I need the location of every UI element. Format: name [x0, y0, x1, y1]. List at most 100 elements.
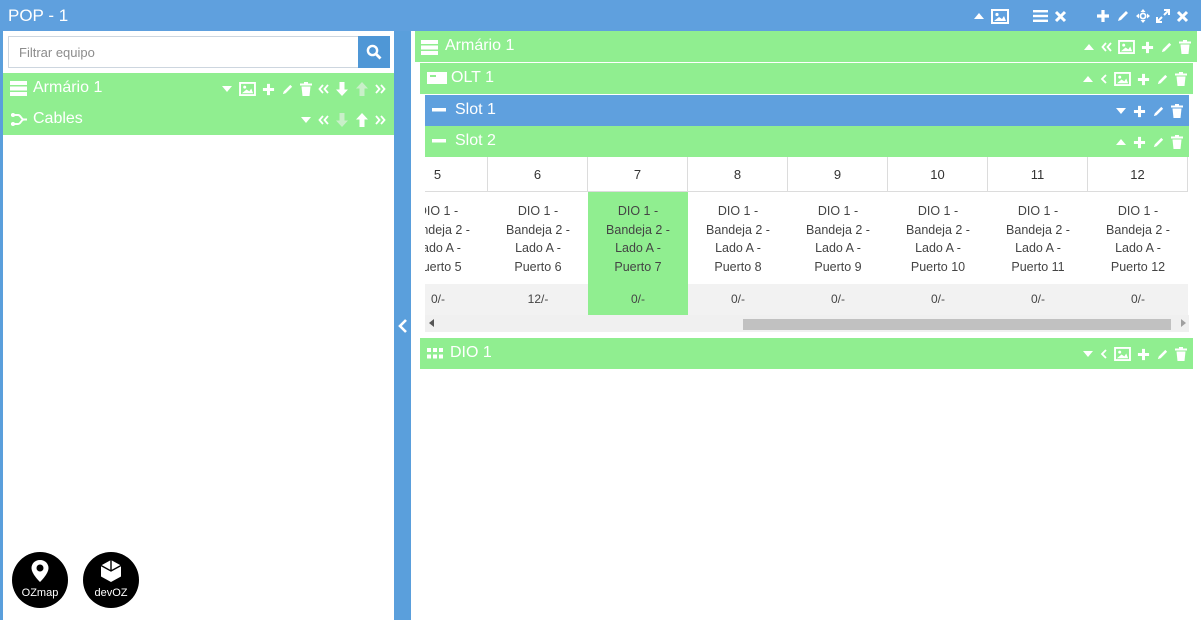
caret-up-icon[interactable] [1115, 136, 1127, 148]
image-icon[interactable] [991, 8, 1009, 24]
image-icon[interactable] [239, 82, 256, 96]
arrow-down-icon[interactable] [335, 82, 349, 96]
chevron-left-icon[interactable] [1100, 348, 1108, 360]
expand-icon[interactable] [1156, 9, 1170, 23]
trash-icon[interactable] [1171, 135, 1183, 149]
close-icon[interactable] [1176, 10, 1189, 23]
slot-1-actions [1115, 103, 1183, 119]
caret-down-icon[interactable] [221, 83, 233, 95]
caret-up-icon[interactable] [1082, 73, 1094, 85]
tree-item-cables[interactable]: Cables [3, 104, 394, 135]
scroll-right-icon[interactable] [1180, 319, 1186, 327]
plus-icon[interactable] [1133, 136, 1146, 149]
cables-icon [11, 113, 27, 126]
dio-icon [427, 348, 443, 359]
close-icon[interactable] [1054, 10, 1067, 23]
port-column[interactable]: 12 DIO 1 - Bandeja 2 - Lado A - Puerto 1… [1088, 157, 1188, 315]
port-column[interactable]: 10 DIO 1 - Bandeja 2 - Lado A - Puerto 1… [888, 157, 988, 315]
double-chevron-left-icon[interactable] [1101, 41, 1112, 53]
caret-down-icon[interactable] [300, 114, 312, 126]
slot-2-actions [1115, 134, 1183, 150]
pencil-icon[interactable] [1152, 136, 1165, 149]
scrollbar-thumb[interactable] [743, 319, 1171, 330]
pencil-icon[interactable] [1160, 41, 1173, 54]
devoz-logo: devOZ [83, 552, 139, 608]
port-description: DIO 1 - Bandeja 2 - Lado A - Puerto 8 [688, 192, 788, 284]
trash-icon[interactable] [1175, 347, 1187, 361]
pencil-icon[interactable] [1152, 105, 1165, 118]
window-title: POP - 1 [8, 6, 69, 25]
caret-down-icon[interactable] [1115, 105, 1127, 117]
titlebar-right-icons [1096, 7, 1189, 25]
trash-icon[interactable] [1179, 40, 1191, 54]
plus-icon[interactable] [1137, 348, 1150, 361]
pencil-icon[interactable] [1156, 348, 1169, 361]
arrow-up-icon [356, 82, 368, 96]
port-status: 0/- [1088, 284, 1188, 315]
olt-header[interactable]: OLT 1 [420, 63, 1193, 94]
search-button[interactable] [358, 36, 390, 68]
pencil-icon[interactable] [1156, 73, 1169, 86]
tree-item-actions [221, 81, 386, 97]
olt-label: OLT 1 [451, 69, 494, 86]
chevron-left-icon [397, 318, 407, 333]
port-column[interactable]: 8 DIO 1 - Bandeja 2 - Lado A - Puerto 8 … [688, 157, 788, 315]
list-icon[interactable] [1033, 9, 1048, 23]
tree-item-label: Armário 1 [33, 79, 103, 96]
caret-up-icon[interactable] [1083, 41, 1095, 53]
port-status: 0/- [888, 284, 988, 315]
port-column[interactable]: 9 DIO 1 - Bandeja 2 - Lado A - Puerto 9 … [788, 157, 888, 315]
panel-collapse-toggle[interactable] [394, 31, 411, 620]
port-number: 12 [1088, 157, 1188, 192]
minus-icon[interactable] [432, 108, 446, 112]
pencil-icon[interactable] [1116, 9, 1130, 23]
tree-item-label: Cables [33, 110, 83, 127]
search-icon [366, 44, 382, 60]
double-chevron-right-icon[interactable] [375, 114, 386, 126]
plus-icon[interactable] [1141, 41, 1154, 54]
move-icon[interactable] [1136, 9, 1150, 23]
rack-header[interactable]: Armário 1 [415, 31, 1197, 62]
dio-header[interactable]: DIO 1 [420, 338, 1193, 369]
trash-icon[interactable] [300, 82, 312, 96]
port-column[interactable]: 11 DIO 1 - Bandeja 2 - Lado A - Puerto 1… [988, 157, 1088, 315]
port-column-selected[interactable]: 7 DIO 1 - Bandeja 2 - Lado A - Puerto 7 … [588, 157, 688, 315]
port-description: DIO 1 - Bandeja 2 - Lado A - Puerto 5 [425, 192, 488, 284]
port-status: 0/- [425, 284, 488, 315]
slot-1-header[interactable]: Slot 1 [425, 95, 1189, 126]
logo-text: devOZ [94, 587, 128, 599]
plus-icon[interactable] [1096, 9, 1110, 23]
plus-icon[interactable] [262, 83, 275, 96]
image-icon[interactable] [1118, 40, 1135, 54]
port-column[interactable]: 6 DIO 1 - Bandeja 2 - Lado A - Puerto 6 … [488, 157, 588, 315]
port-number: 5 [425, 157, 488, 192]
double-chevron-left-icon[interactable] [318, 83, 329, 95]
arrow-up-icon[interactable] [355, 113, 369, 127]
port-number: 7 [588, 157, 688, 192]
plus-icon[interactable] [1137, 73, 1150, 86]
cube-icon [100, 560, 122, 582]
trash-icon[interactable] [1175, 72, 1187, 86]
chevron-left-icon[interactable] [1100, 73, 1108, 85]
ozmap-logo: OZmap [12, 552, 68, 608]
port-number: 10 [888, 157, 988, 192]
port-status: 12/- [488, 284, 588, 315]
plus-icon[interactable] [1133, 105, 1146, 118]
port-table-scrollbar[interactable] [425, 315, 1189, 332]
tree-item-armario[interactable]: Armário 1 [3, 73, 394, 104]
pencil-icon[interactable] [281, 83, 294, 96]
caret-up-icon[interactable] [973, 10, 985, 22]
double-chevron-right-icon[interactable] [375, 83, 386, 95]
search-input[interactable] [9, 37, 358, 67]
minus-icon[interactable] [432, 139, 446, 143]
scroll-left-icon[interactable] [429, 319, 435, 327]
trash-icon[interactable] [1171, 104, 1183, 118]
slot-2-header[interactable]: Slot 2 [425, 126, 1189, 157]
port-column[interactable]: 5 DIO 1 - Bandeja 2 - Lado A - Puerto 5 … [425, 157, 488, 315]
slot-2-port-table: 5 DIO 1 - Bandeja 2 - Lado A - Puerto 5 … [425, 157, 1189, 315]
arrow-down-icon [336, 113, 348, 127]
caret-down-icon[interactable] [1082, 348, 1094, 360]
image-icon[interactable] [1114, 347, 1131, 361]
image-icon[interactable] [1114, 72, 1131, 86]
double-chevron-left-icon[interactable] [318, 114, 329, 126]
